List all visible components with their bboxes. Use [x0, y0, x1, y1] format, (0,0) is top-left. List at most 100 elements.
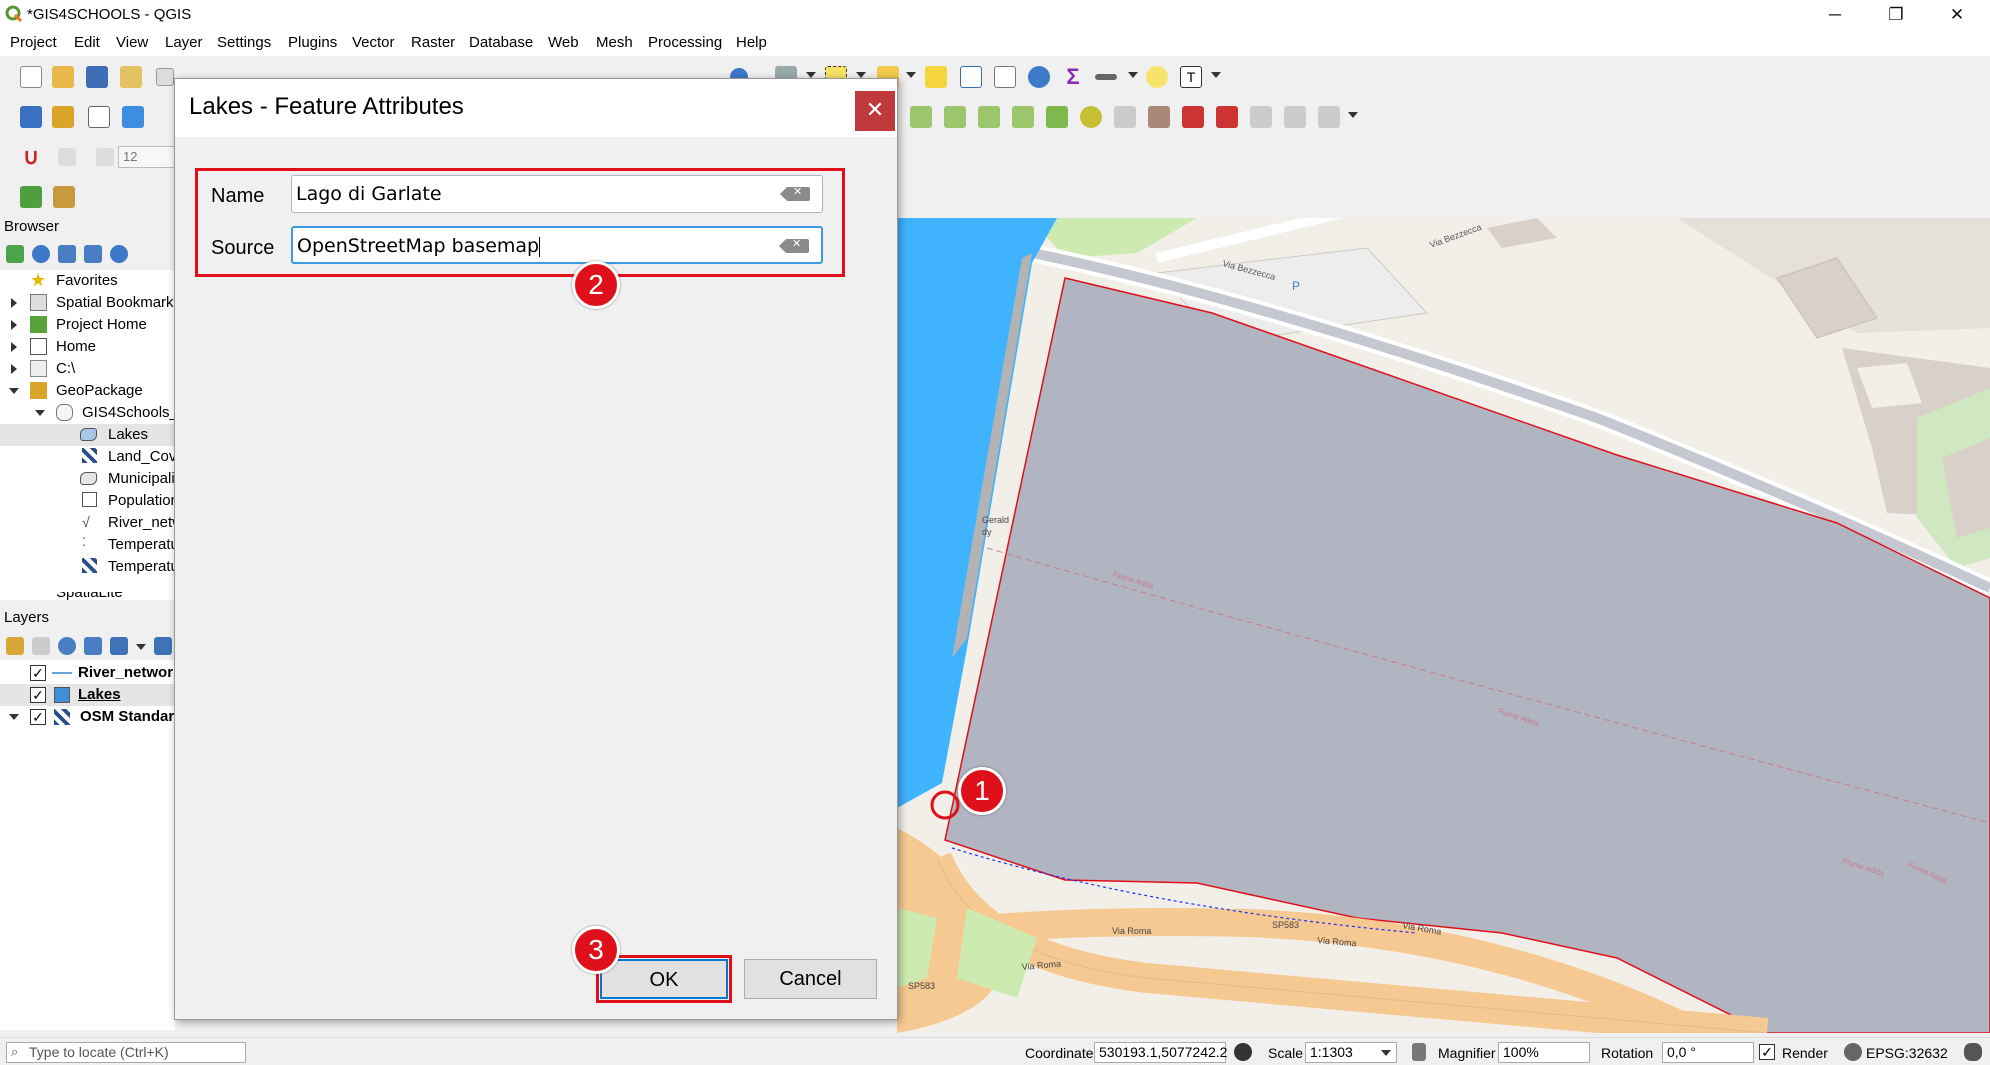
snapping-magnet-icon[interactable]: ∪: [20, 146, 42, 168]
collapse-all-icon[interactable]: [84, 245, 102, 263]
chevron-right-icon[interactable]: [11, 364, 17, 374]
close-window-button[interactable]: ✕: [1927, 0, 1987, 30]
menu-view[interactable]: View: [116, 34, 148, 51]
measure-icon[interactable]: [1095, 74, 1117, 80]
save-project-icon[interactable]: [86, 66, 108, 88]
minimize-button[interactable]: ─: [1805, 0, 1865, 30]
chevron-down-icon[interactable]: [35, 410, 45, 416]
zoom-to-layer-icon[interactable]: [20, 186, 42, 208]
filter-legend-icon[interactable]: [84, 637, 102, 655]
layer-visibility-checkbox[interactable]: ✓: [30, 687, 46, 703]
menu-settings[interactable]: Settings: [217, 34, 271, 51]
new-project-icon[interactable]: [20, 66, 42, 88]
menu-processing[interactable]: Processing: [648, 34, 722, 51]
chevron-down-icon[interactable]: [906, 72, 916, 78]
menu-edit[interactable]: Edit: [74, 34, 100, 51]
copy-features-icon[interactable]: [1216, 106, 1238, 128]
layer-item-osm-standard[interactable]: ✓ OSM Standard: [0, 706, 175, 728]
chevron-right-icon[interactable]: [11, 298, 17, 308]
processing-toolbox-icon[interactable]: [1028, 66, 1050, 88]
layout-icon[interactable]: [156, 68, 174, 86]
chevron-down-icon[interactable]: [136, 644, 146, 650]
chevron-down-icon[interactable]: [1348, 112, 1358, 118]
simplify-icon[interactable]: [1080, 106, 1102, 128]
locate-input[interactable]: ⌕ Type to locate (Ctrl+K): [6, 1042, 246, 1063]
tree-item-lakes[interactable]: Lakes: [0, 424, 175, 446]
tree-item-land-cover[interactable]: Land_Cover: [0, 446, 175, 468]
menu-web[interactable]: Web: [548, 34, 579, 51]
menu-raster[interactable]: Raster: [411, 34, 455, 51]
tree-item-spatialite[interactable]: SpatiaLite: [0, 592, 175, 600]
cancel-button[interactable]: Cancel: [744, 959, 877, 999]
vertex-tool-icon[interactable]: [1148, 106, 1170, 128]
font-size-input[interactable]: 12: [118, 146, 178, 168]
chevron-down-icon[interactable]: [1128, 72, 1138, 78]
tree-item-river-network[interactable]: √ River_network: [0, 512, 175, 534]
attribute-table-icon[interactable]: [960, 66, 982, 88]
filter-expression-icon[interactable]: [110, 637, 128, 655]
chevron-right-icon[interactable]: [11, 342, 17, 352]
map-canvas[interactable]: Via Bezzecca Via Bezzecca P Via Roma Via…: [897, 218, 1990, 1033]
delete-selected-icon[interactable]: [1284, 106, 1306, 128]
menu-database[interactable]: Database: [469, 34, 533, 51]
chevron-down-icon[interactable]: [1211, 72, 1221, 78]
dialog-close-button[interactable]: ✕: [855, 91, 895, 131]
chevron-down-icon[interactable]: [9, 388, 19, 394]
deselect-icon[interactable]: [925, 66, 947, 88]
undo-icon[interactable]: [1318, 106, 1340, 128]
reshape-icon[interactable]: [910, 106, 932, 128]
cut-features-icon[interactable]: [1182, 106, 1204, 128]
menu-plugins[interactable]: Plugins: [288, 34, 337, 51]
menu-help[interactable]: Help: [736, 34, 767, 51]
restore-button[interactable]: ❐: [1866, 0, 1926, 30]
data-source-manager-icon[interactable]: [20, 106, 42, 128]
offset-icon[interactable]: [944, 106, 966, 128]
ok-button[interactable]: OK: [600, 959, 728, 999]
tree-item-c-drive[interactable]: C:\: [0, 358, 175, 380]
tree-item-population[interactable]: Population: [0, 490, 175, 512]
split-icon[interactable]: [978, 106, 1000, 128]
rotation-field[interactable]: 0,0 °: [1662, 1042, 1754, 1063]
visibility-icon[interactable]: [58, 637, 76, 655]
save-as-icon[interactable]: [120, 66, 142, 88]
lock-icon[interactable]: [1412, 1043, 1426, 1061]
layer-item-river-network[interactable]: ✓ River_network: [0, 662, 175, 684]
tree-item-spatial-bookmarks[interactable]: Spatial Bookmarks: [0, 292, 175, 314]
tree-item-project-home[interactable]: Project Home: [0, 314, 175, 336]
new-shapefile-icon[interactable]: [88, 106, 110, 128]
open-project-icon[interactable]: [52, 66, 74, 88]
add-selected-layers-icon[interactable]: [6, 245, 24, 263]
paste-features-icon[interactable]: [1250, 106, 1272, 128]
georeferencer-icon[interactable]: [53, 186, 75, 208]
chevron-down-icon[interactable]: [9, 714, 19, 720]
messages-icon[interactable]: [1964, 1043, 1982, 1061]
snap-options-icon[interactable]: [96, 148, 114, 166]
map-tips-icon[interactable]: [1146, 66, 1168, 88]
tree-item-geopackage[interactable]: GeoPackage: [0, 380, 175, 402]
layer-visibility-checkbox[interactable]: ✓: [30, 709, 46, 725]
expand-all-icon[interactable]: [154, 637, 172, 655]
globe-icon[interactable]: [1844, 1043, 1862, 1061]
menu-project[interactable]: Project: [10, 34, 57, 51]
properties-icon[interactable]: [110, 245, 128, 263]
menu-mesh[interactable]: Mesh: [596, 34, 633, 51]
add-group-icon[interactable]: [32, 637, 50, 655]
render-checkbox[interactable]: ✓: [1759, 1044, 1775, 1060]
layer-visibility-checkbox[interactable]: ✓: [30, 665, 46, 681]
coordinate-field[interactable]: 530193.1,5077242.2: [1094, 1042, 1227, 1063]
magnifier-field[interactable]: 100%: [1498, 1042, 1590, 1063]
tree-item-home[interactable]: Home: [0, 336, 175, 358]
menu-layer[interactable]: Layer: [165, 34, 203, 51]
advanced-digitizing-icon[interactable]: [58, 148, 76, 166]
layer-item-lakes[interactable]: ✓ Lakes: [0, 684, 175, 706]
tree-item-temperature-points[interactable]: ⁚ Temperature: [0, 534, 175, 556]
crs-button[interactable]: EPSG:32632: [1866, 1045, 1948, 1061]
tree-item-gis4schools[interactable]: GIS4Schools_: [0, 402, 175, 424]
rotate-icon[interactable]: [1046, 106, 1068, 128]
tree-item-municipalities[interactable]: Municipalities: [0, 468, 175, 490]
style-dock-icon[interactable]: [6, 637, 24, 655]
digitize-icon[interactable]: [122, 106, 144, 128]
tree-item-favorites[interactable]: ★ Favorites: [0, 270, 175, 292]
tree-item-temperature-raster[interactable]: Temperature: [0, 556, 175, 578]
add-ring-icon[interactable]: [1114, 106, 1136, 128]
